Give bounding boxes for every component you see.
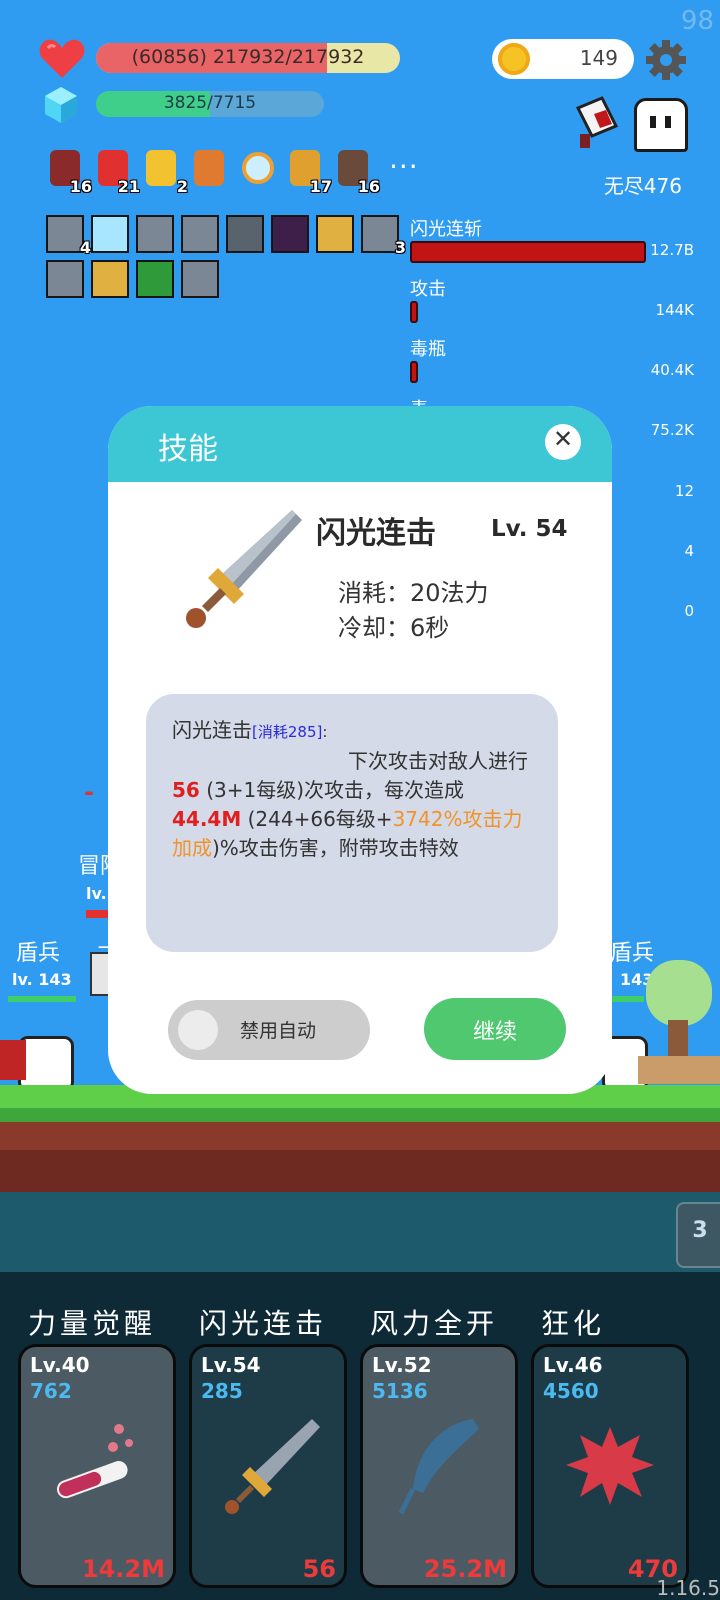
desc-damage-rest: (244+66每级+	[241, 807, 393, 831]
disable-auto-toggle[interactable]: 禁用自动	[168, 1000, 370, 1060]
skill-description: 闪光连击[消耗285]: 下次攻击对敌人进行 56 (3+1每级)次攻击，每次造…	[172, 716, 536, 863]
desc-colon: :	[322, 723, 328, 741]
skill-level: Lv. 54	[491, 516, 568, 542]
continue-button[interactable]: 继续	[424, 998, 566, 1060]
toggle-knob	[178, 1010, 218, 1050]
skill-cost: 消耗：20法力	[338, 579, 489, 607]
skill-modal: 技能 ✕ 闪光连击 Lv. 54 消耗：20法力 冷却：6秒 闪光连击[消耗28…	[108, 406, 612, 1094]
desc-hits-rest: (3+1每级)次攻击，每次造成	[199, 778, 465, 802]
close-icon: ✕	[552, 425, 574, 453]
desc-line1: 下次攻击对敌人进行	[348, 749, 528, 773]
desc-cost-tag: [消耗285]	[252, 723, 323, 741]
close-button[interactable]: ✕	[545, 424, 581, 460]
desc-hits: 56	[172, 778, 200, 802]
desc-skill-name: 闪光连击	[172, 718, 252, 742]
toggle-label: 禁用自动	[240, 1020, 317, 1042]
sword-icon	[186, 510, 302, 628]
desc-tail: )%攻击伤害，附带攻击特效	[212, 836, 459, 860]
desc-damage: 44.4M	[172, 807, 242, 831]
skill-description-box: 闪光连击[消耗285]: 下次攻击对敌人进行 56 (3+1每级)次攻击，每次造…	[146, 694, 558, 952]
modal-title: 技能	[158, 432, 218, 467]
continue-label: 继续	[472, 1020, 517, 1045]
skill-name: 闪光连击	[316, 516, 436, 551]
skill-cooldown: 冷却：6秒	[338, 614, 450, 642]
